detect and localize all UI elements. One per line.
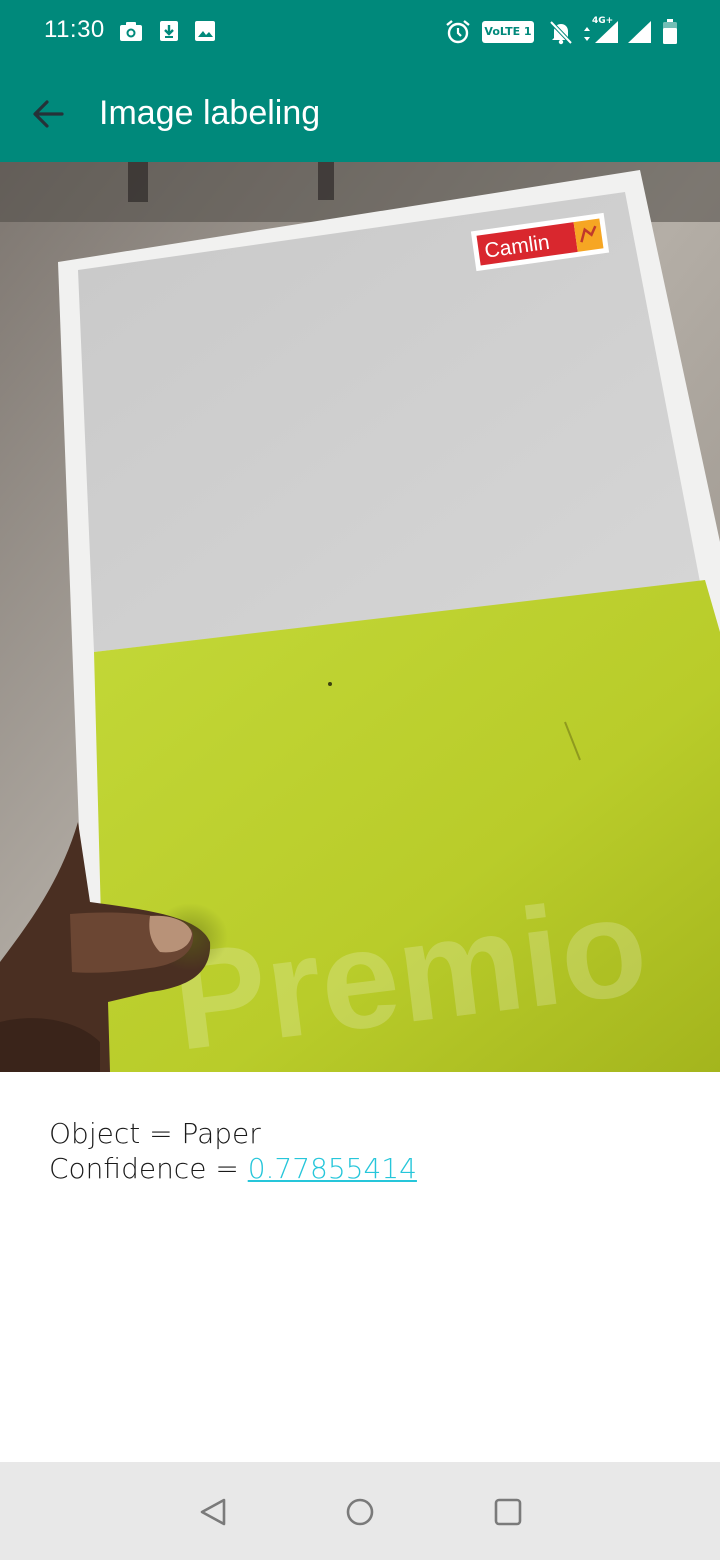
- label-result: Object = Paper Confidence = 0.77855414: [49, 1116, 417, 1186]
- object-label: Object =: [49, 1117, 182, 1150]
- status-bar: 11:30 VoLTE 1 4G+: [0, 0, 720, 66]
- captured-photo: Premio Camlin: [0, 162, 720, 1072]
- nav-back-button[interactable]: [193, 1492, 233, 1532]
- download-icon: [157, 18, 181, 49]
- bell-off-icon: [547, 18, 575, 51]
- image-icon: [192, 18, 218, 49]
- confidence-value-link[interactable]: 0.77855414: [248, 1152, 417, 1185]
- alarm-icon: [444, 18, 472, 51]
- status-time: 11:30: [44, 16, 105, 43]
- page-title: Image labeling: [99, 94, 321, 132]
- nav-back-icon: [193, 1498, 233, 1536]
- camera-icon: [118, 18, 144, 49]
- nav-recents-icon: [488, 1498, 528, 1536]
- confidence-line: Confidence = 0.77855414: [49, 1151, 417, 1186]
- back-button[interactable]: [20, 88, 76, 140]
- data-arrows-icon: [583, 26, 591, 47]
- navigation-bar: [0, 1462, 720, 1560]
- volte-icon: VoLTE 1: [482, 21, 534, 43]
- signal-4g-icon: [593, 20, 619, 49]
- nav-recents-button[interactable]: [488, 1492, 528, 1532]
- signal-icon: [626, 20, 652, 49]
- nav-home-button[interactable]: [340, 1492, 380, 1532]
- object-value: Paper: [181, 1117, 261, 1150]
- app-screen: 11:30 VoLTE 1 4G+ Image labeling Premio …: [0, 0, 720, 1560]
- arrow-back-icon: [20, 100, 76, 144]
- app-bar: Image labeling: [0, 66, 720, 162]
- confidence-label: Confidence =: [49, 1152, 248, 1185]
- battery-icon: [662, 19, 678, 50]
- object-line: Object = Paper: [49, 1116, 417, 1151]
- nav-home-icon: [340, 1498, 380, 1536]
